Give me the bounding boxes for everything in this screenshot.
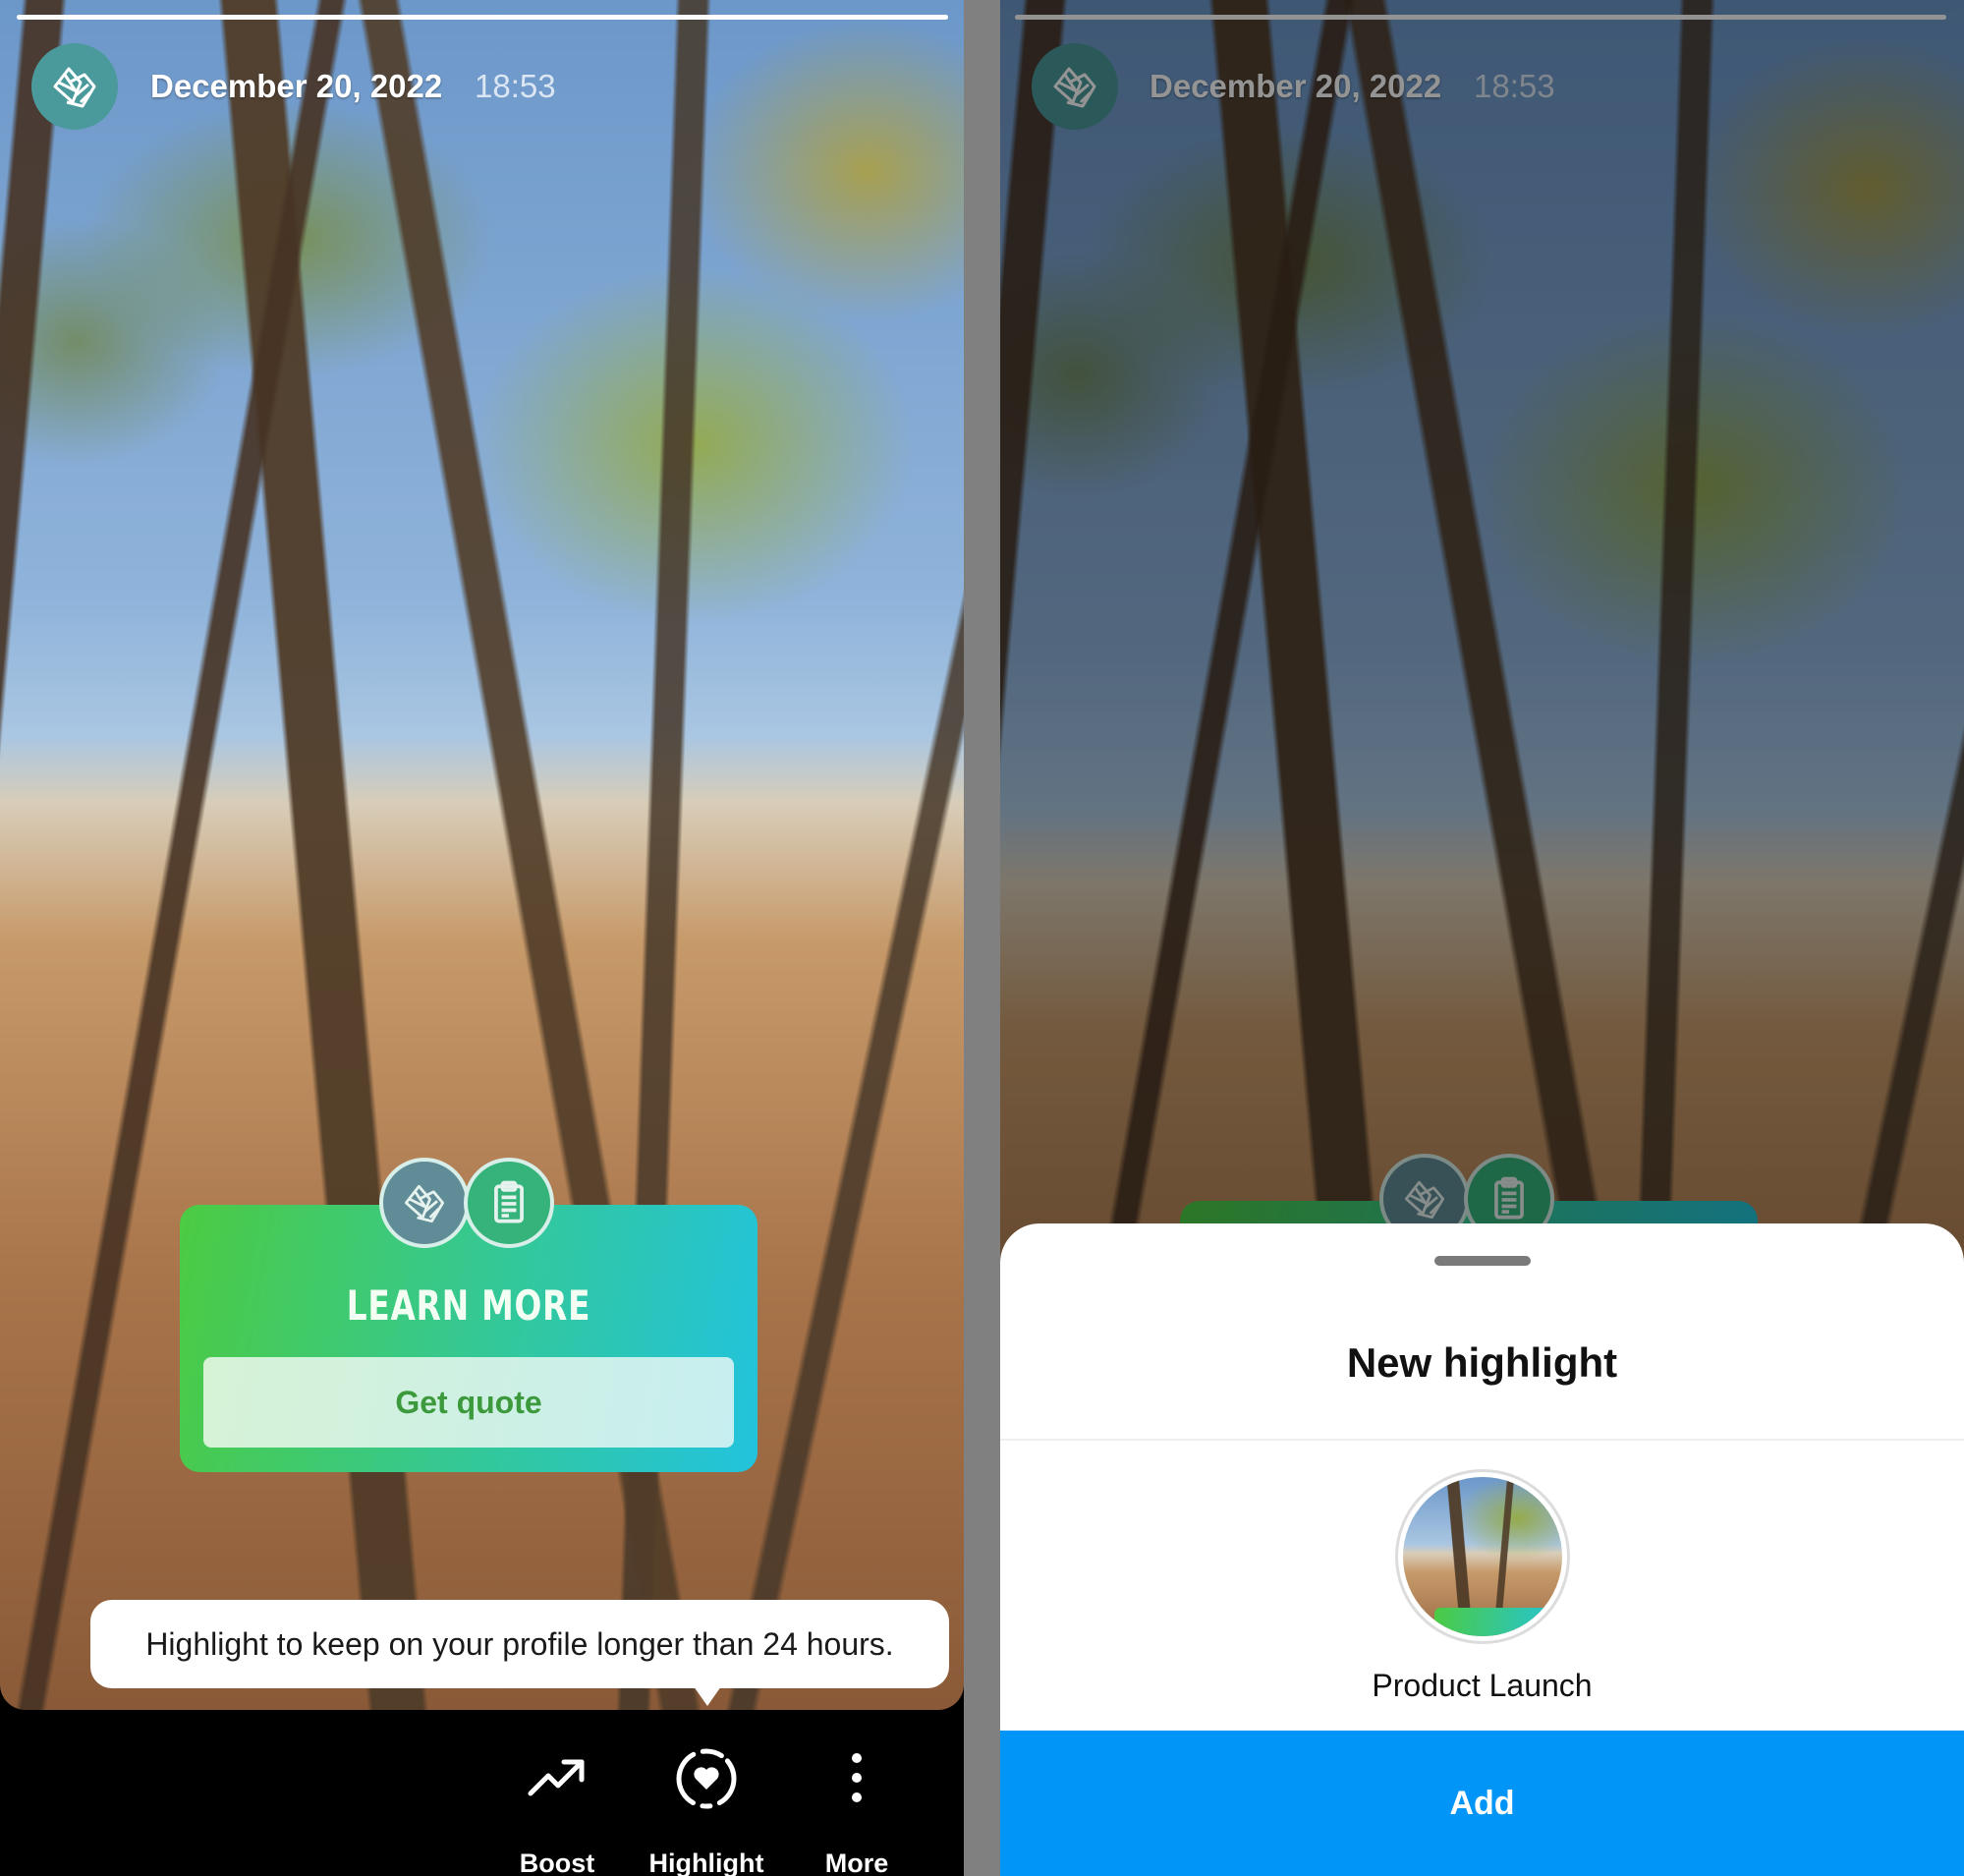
highlight-label: Highlight <box>648 1848 764 1876</box>
highlight-name[interactable]: Product Launch <box>1000 1668 1964 1704</box>
profile-avatar[interactable] <box>31 43 118 130</box>
add-button[interactable]: Add <box>1000 1731 1964 1876</box>
story-progress-bar <box>17 15 948 20</box>
highlight-tooltip: Highlight to keep on your profile longer… <box>90 1600 949 1688</box>
highlight-cover-image <box>1403 1477 1562 1636</box>
new-highlight-sheet: New highlight Product Launch Add <box>1000 1223 1964 1876</box>
get-quote-button[interactable]: Get quote <box>203 1357 734 1448</box>
sheet-divider <box>1000 1439 1964 1441</box>
trending-up-icon <box>528 1759 585 1796</box>
sheet-title: New highlight <box>1346 1339 1618 1386</box>
sticker-clipboard-badge <box>464 1158 554 1248</box>
more-label: More <box>824 1848 889 1876</box>
sticker-title: LEARN MORE <box>346 1281 591 1330</box>
highlight-cover[interactable] <box>1395 1469 1570 1644</box>
highlight-heart-icon <box>676 1748 737 1809</box>
story-progress-fill <box>17 15 948 20</box>
clipboard-icon <box>494 1180 524 1223</box>
tooltip-arrow <box>694 1686 721 1706</box>
panel-divider <box>964 0 1000 1876</box>
boost-label: Boost <box>519 1848 595 1876</box>
new-highlight-panel: December 20, 2022 18:53 New highlight Pr… <box>1000 0 1964 1876</box>
story-date: December 20, 2022 <box>150 68 443 104</box>
more-vertical-icon <box>852 1753 862 1802</box>
highlight-button[interactable]: Highlight <box>638 1744 775 1876</box>
learn-more-sticker[interactable]: LEARN MORE Get quote <box>180 1205 758 1472</box>
story-time: 18:53 <box>475 68 556 104</box>
sheet-drag-handle[interactable] <box>1434 1256 1531 1266</box>
more-button[interactable]: More <box>788 1744 926 1876</box>
leaf-logo-icon <box>53 67 96 108</box>
cover-sticker-thumbnail <box>1434 1607 1562 1636</box>
story-view-panel: December 20, 2022 18:53 LEARN MORE Get q… <box>0 0 964 1876</box>
leaf-logo-icon <box>404 1184 445 1223</box>
boost-button[interactable]: Boost <box>488 1744 626 1876</box>
sticker-logo-badge <box>379 1158 470 1248</box>
